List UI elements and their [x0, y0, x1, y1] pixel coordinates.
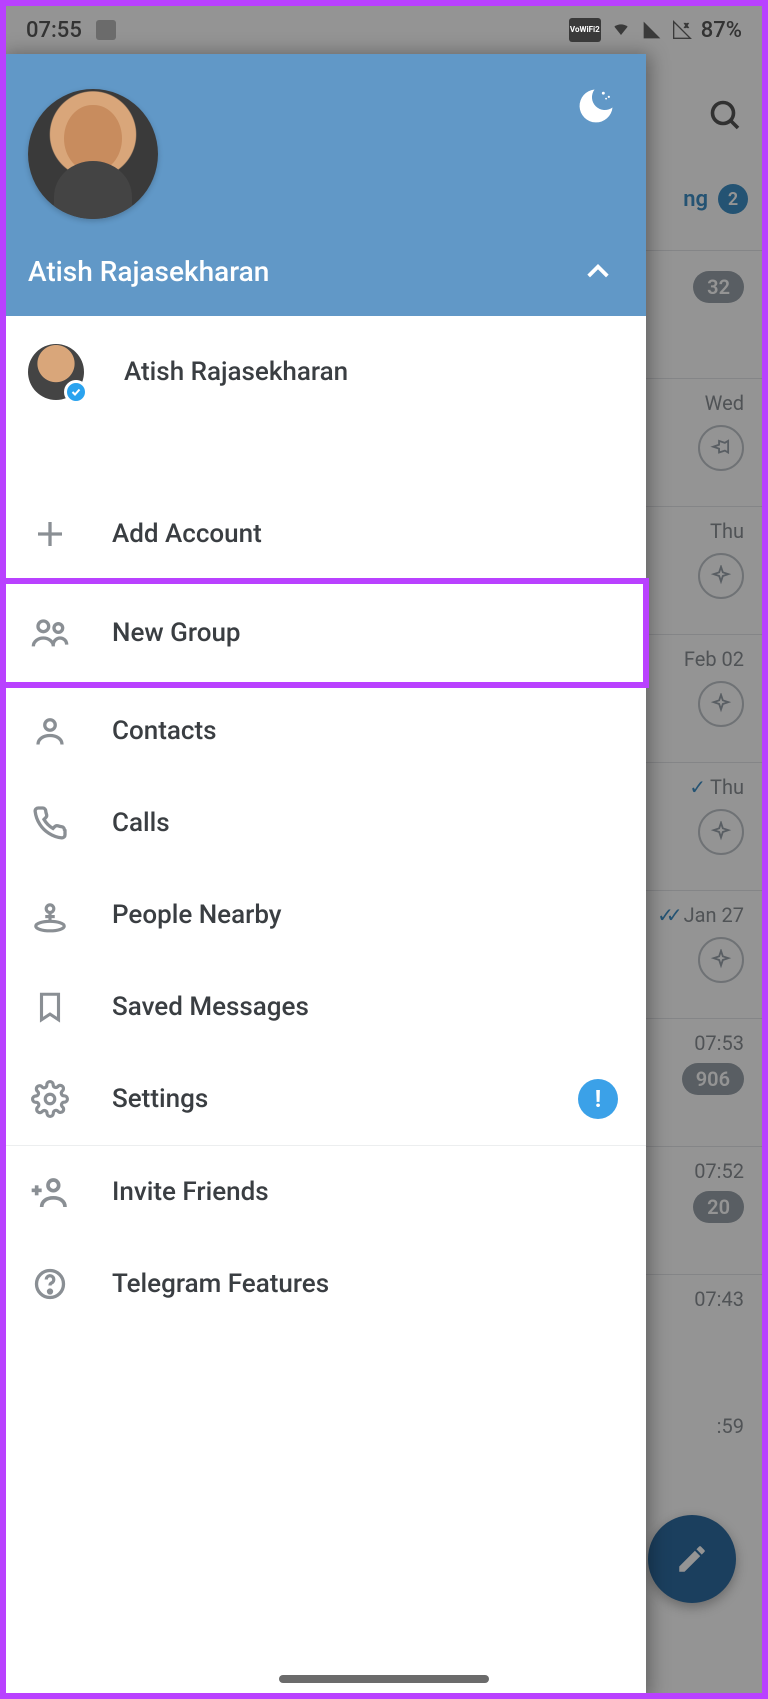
wifi-icon [609, 20, 633, 40]
image-notif-icon [96, 20, 116, 40]
svg-text:x: x [684, 21, 688, 30]
annotation-frame [0, 0, 768, 1699]
status-bar: 07:55 VoWiFi2 x 87% [6, 6, 762, 54]
status-battery: 87% [701, 18, 742, 43]
vowifi-icon: VoWiFi2 [569, 18, 601, 42]
signal-icon [641, 20, 663, 40]
signal-icon-2: x [671, 20, 693, 40]
status-time: 07:55 [26, 18, 82, 43]
